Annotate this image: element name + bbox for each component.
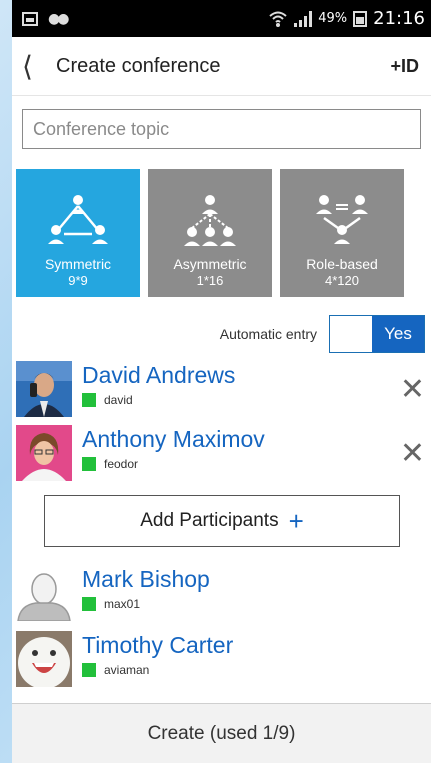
battery-percent: 49% [318, 11, 348, 26]
close-icon[interactable]: ✕ [400, 439, 425, 469]
add-participants-label: Add Participants [140, 510, 279, 531]
clock: 21:16 [373, 8, 425, 29]
participant-name: Mark Bishop [82, 566, 210, 592]
mode-name: Asymmetric [173, 256, 247, 272]
mode-symmetric[interactable]: Symmetric 9*9 [16, 169, 140, 297]
participant-name: Anthony Maximov [82, 426, 265, 452]
online-status-icon [82, 457, 96, 471]
conference-topic-input[interactable] [22, 109, 421, 149]
participant-row[interactable]: Mark Bishop max01 [12, 565, 431, 631]
automatic-entry-toggle[interactable]: Yes [329, 315, 425, 353]
asymmetric-mode-icon [184, 195, 236, 246]
participant-login: feodor [104, 457, 139, 471]
page-title: Create conference [56, 54, 221, 77]
mode-capacity: 9*9 [68, 273, 88, 288]
create-button-label: Create (used 1/9) [147, 722, 296, 744]
avatar [16, 631, 72, 687]
mode-capacity: 1*16 [196, 273, 224, 288]
plus-icon: + [288, 506, 304, 536]
participant-login: max01 [104, 597, 141, 611]
online-status-icon [82, 597, 96, 611]
participant-name: Timothy Carter [82, 632, 234, 658]
back-icon[interactable]: ⟨ [22, 50, 56, 83]
signal-icon [294, 10, 313, 27]
avatar [16, 565, 72, 621]
wifi-icon [269, 11, 287, 27]
mode-capacity: 4*120 [325, 273, 359, 288]
close-icon[interactable]: ✕ [400, 375, 425, 405]
automatic-entry-label: Automatic entry [219, 326, 317, 342]
participant-name: David Andrews [82, 362, 236, 388]
battery-icon [353, 10, 368, 27]
contacts-icon: ●● [48, 10, 70, 27]
add-participants-button[interactable]: Add Participants + [44, 495, 400, 547]
conference-mode-selector: Symmetric 9*9 Asymmetric 1*16 Role-based… [16, 169, 431, 297]
participant-row[interactable]: David Andrews david ✕ [12, 361, 431, 425]
add-by-id-button[interactable]: +ID [390, 56, 419, 77]
mode-asymmetric[interactable]: Asymmetric 1*16 [148, 169, 272, 297]
mode-role-based[interactable]: Role-based 4*120 [280, 169, 404, 297]
status-bar: ●● 49% 21:16 [12, 0, 431, 37]
header: ⟨ Create conference +ID [12, 37, 431, 96]
mode-name: Role-based [306, 256, 378, 272]
symmetric-mode-icon [48, 195, 108, 244]
online-status-icon [82, 393, 96, 407]
avatar [16, 425, 72, 481]
participant-login: david [104, 393, 133, 407]
role-based-mode-icon [316, 195, 368, 244]
online-status-icon [82, 663, 96, 677]
create-button[interactable]: Create (used 1/9) [12, 703, 431, 763]
toggle-on-segment[interactable]: Yes [372, 316, 424, 352]
avatar [16, 361, 72, 417]
participant-login: aviaman [104, 663, 150, 677]
app-screen: ●● 49% 21:16 ⟨ Create conference +ID Con… [12, 0, 431, 763]
mode-name: Symmetric [44, 256, 112, 272]
participant-row[interactable]: Timothy Carter aviaman [12, 631, 431, 695]
toggle-off-segment[interactable] [330, 316, 372, 352]
participant-row[interactable]: Anthony Maximov feodor ✕ [12, 425, 431, 489]
automatic-entry-row: Automatic entry Yes [12, 315, 425, 353]
gallery-icon [22, 11, 38, 26]
